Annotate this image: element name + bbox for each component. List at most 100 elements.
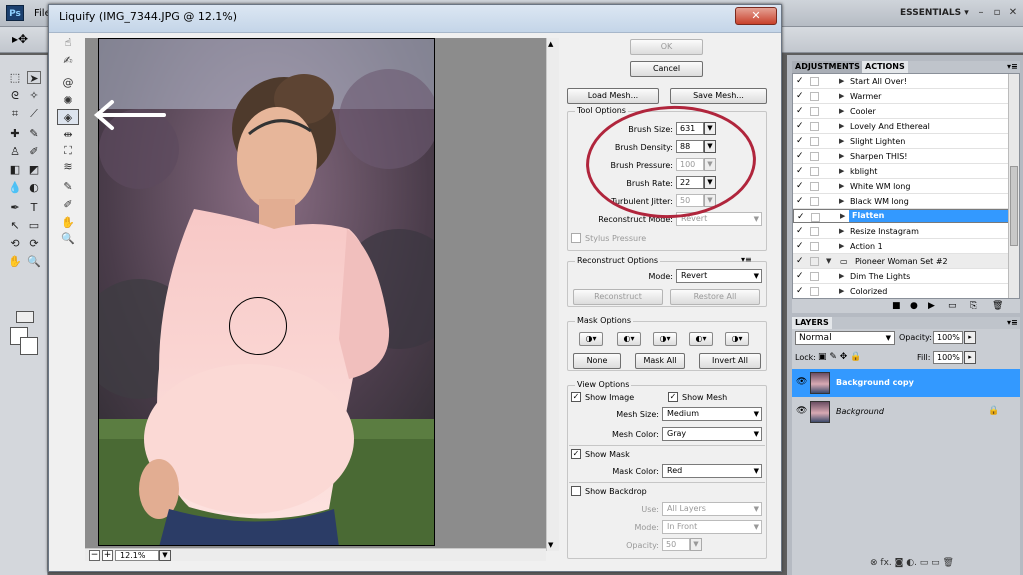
mesh-color-select[interactable]: Gray ▼ xyxy=(662,427,762,441)
check-icon[interactable]: ✓ xyxy=(796,226,805,236)
quick-mask-icon[interactable] xyxy=(16,311,34,323)
check-icon[interactable]: ✓ xyxy=(796,181,805,191)
hand-icon[interactable]: ✋ xyxy=(57,215,79,231)
turbulence-icon[interactable]: ≋ xyxy=(57,159,79,175)
action-set-row[interactable]: ✓ ▼ ▭ Pioneer Woman Set #2 xyxy=(793,254,1009,269)
gradient-icon[interactable]: ◩ xyxy=(27,163,41,176)
mirror-icon[interactable]: ⛶ xyxy=(57,143,79,159)
invert-all-button[interactable]: Invert All xyxy=(699,353,761,369)
dialog-close-button[interactable]: ✕ xyxy=(735,7,777,25)
dialog-toggle[interactable] xyxy=(810,122,819,131)
maximize-icon[interactable]: ▫ xyxy=(990,7,1004,19)
eye-icon[interactable]: 👁 xyxy=(796,406,807,416)
reconstruct-mode-select-2[interactable]: Revert ▼ xyxy=(676,269,762,283)
vertical-scrollbar[interactable]: ▲ ▼ xyxy=(546,38,559,551)
dialog-toggle[interactable] xyxy=(810,182,819,191)
restore-all-button[interactable]: Restore All xyxy=(670,289,760,305)
mask-intersect-icon[interactable]: ◐▾ xyxy=(689,332,713,346)
show-image-checkbox[interactable]: ✓ xyxy=(571,392,581,402)
expand-triangle-icon[interactable]: ▶ xyxy=(839,104,844,119)
zoom-icon[interactable]: 🔍 xyxy=(57,231,79,247)
action-row[interactable]: ✓ ▶ Action 1 xyxy=(793,239,1009,254)
freeze-mask-icon[interactable]: ✎ xyxy=(57,179,79,195)
zoom-tool-icon[interactable]: 🔍 xyxy=(27,255,41,268)
show-mesh-checkbox[interactable]: ✓ xyxy=(668,392,678,402)
twirl-icon[interactable]: @ xyxy=(57,75,79,91)
new-action-icon[interactable]: ⎘ xyxy=(970,301,977,311)
layer-row-background[interactable]: 👁 Background 🔒 xyxy=(792,398,1020,426)
zoom-out-button[interactable]: − xyxy=(89,550,100,561)
close-icon[interactable]: ✕ xyxy=(1006,7,1020,19)
expand-triangle-icon[interactable]: ▶ xyxy=(839,179,844,194)
check-icon[interactable]: ✓ xyxy=(796,271,805,281)
lasso-tool-icon[interactable]: ᘓ xyxy=(8,89,22,102)
mask-none-button[interactable]: None xyxy=(573,353,621,369)
stop-icon[interactable]: ■ xyxy=(892,301,901,311)
new-set-icon[interactable]: ▭ xyxy=(948,301,957,311)
fill-input[interactable]: 100% xyxy=(933,351,963,364)
dialog-toggle[interactable] xyxy=(811,213,820,222)
check-icon[interactable]: ✓ xyxy=(796,91,805,101)
dialog-toggle[interactable] xyxy=(810,167,819,176)
expand-triangle-icon[interactable]: ▶ xyxy=(839,269,844,284)
dodge-tool-icon[interactable]: ◐ xyxy=(27,181,41,194)
dialog-toggle[interactable] xyxy=(810,197,819,206)
cancel-button[interactable]: Cancel xyxy=(630,61,703,77)
backdrop-opacity-dropdown[interactable]: ▼ xyxy=(690,538,702,551)
clone-stamp-icon[interactable]: ♙ xyxy=(8,145,22,158)
expand-triangle-icon[interactable]: ▶ xyxy=(840,210,845,222)
dialog-toggle[interactable] xyxy=(810,137,819,146)
panel-menu-icon[interactable]: ▾≡ xyxy=(1004,317,1021,329)
check-icon[interactable]: ✓ xyxy=(797,212,806,222)
expand-triangle-icon[interactable]: ▶ xyxy=(839,149,844,164)
hand-tool-icon[interactable]: ✋ xyxy=(8,255,22,268)
type-tool-icon[interactable]: T xyxy=(27,201,41,214)
mask-color-select[interactable]: Red ▼ xyxy=(662,464,762,478)
mask-add-icon[interactable]: ◐▾ xyxy=(617,332,641,346)
thaw-mask-icon[interactable]: ✐ xyxy=(57,197,79,213)
actions-scrollbar[interactable] xyxy=(1008,74,1019,298)
expand-triangle-icon[interactable]: ▶ xyxy=(839,239,844,254)
backdrop-opacity-input[interactable]: 50 xyxy=(662,538,690,551)
eyedropper-icon[interactable]: ⟋ xyxy=(27,107,41,120)
action-row[interactable]: ✓ ▶ Slight Lighten xyxy=(793,134,1009,149)
dialog-toggle[interactable] xyxy=(810,92,819,101)
brush-tool-icon[interactable]: ✎ xyxy=(27,127,41,140)
mask-invert-icon[interactable]: ◑▾ xyxy=(725,332,749,346)
record-icon[interactable]: ● xyxy=(910,301,918,311)
delete-icon[interactable]: 🗑 xyxy=(992,301,1003,311)
load-mesh-button[interactable]: Load Mesh... xyxy=(567,88,659,104)
blend-mode-select[interactable]: Normal ▼ xyxy=(795,331,895,345)
3d-rotate-icon[interactable]: ⟲ xyxy=(8,237,22,250)
dialog-toggle[interactable] xyxy=(810,287,819,296)
marquee-tool-icon[interactable]: ⬚ xyxy=(8,71,22,84)
3d-orbit-icon[interactable]: ⟳ xyxy=(27,237,41,250)
shape-tool-icon[interactable]: ▭ xyxy=(27,219,41,232)
action-row[interactable]: ✓ ▶ Cooler xyxy=(793,104,1009,119)
show-backdrop-checkbox[interactable] xyxy=(571,486,581,496)
push-left-icon[interactable]: ⇹ xyxy=(57,127,79,143)
action-row[interactable]: ✓ ▶ Warmer xyxy=(793,89,1009,104)
pucker-icon[interactable]: ✺ xyxy=(57,93,79,109)
move-tool-icon[interactable]: ▸✥ xyxy=(12,32,28,46)
scroll-down-icon[interactable]: ▼ xyxy=(548,541,553,549)
backdrop-mode-select[interactable]: In Front ▼ xyxy=(662,520,762,534)
pen-tool-icon[interactable]: ✒ xyxy=(8,201,22,214)
ok-button[interactable]: OK xyxy=(630,39,703,55)
bloat-icon[interactable]: ◈ xyxy=(57,109,79,125)
check-icon[interactable]: ✓ xyxy=(796,256,805,266)
check-icon[interactable]: ✓ xyxy=(796,76,805,86)
action-row[interactable]: ✓ ▶ Start All Over! xyxy=(793,74,1009,89)
eye-icon[interactable]: 👁 xyxy=(796,377,807,387)
mask-all-button[interactable]: Mask All xyxy=(635,353,685,369)
zoom-level-field[interactable]: 12.1% xyxy=(115,550,159,561)
check-icon[interactable]: ✓ xyxy=(796,151,805,161)
eraser-icon[interactable]: ◧ xyxy=(8,163,22,176)
action-row[interactable]: ✓ ▶ Resize Instagram xyxy=(793,224,1009,239)
check-icon[interactable]: ✓ xyxy=(796,106,805,116)
expand-triangle-icon[interactable]: ▶ xyxy=(839,119,844,134)
expand-triangle-icon[interactable]: ▶ xyxy=(839,164,844,179)
lock-icons[interactable]: ▣ ✎ ✥ 🔒 xyxy=(818,352,861,362)
reconstruct-tool-icon[interactable]: ✍ xyxy=(57,53,79,69)
action-row[interactable]: ✓ ▶ White WM long xyxy=(793,179,1009,194)
